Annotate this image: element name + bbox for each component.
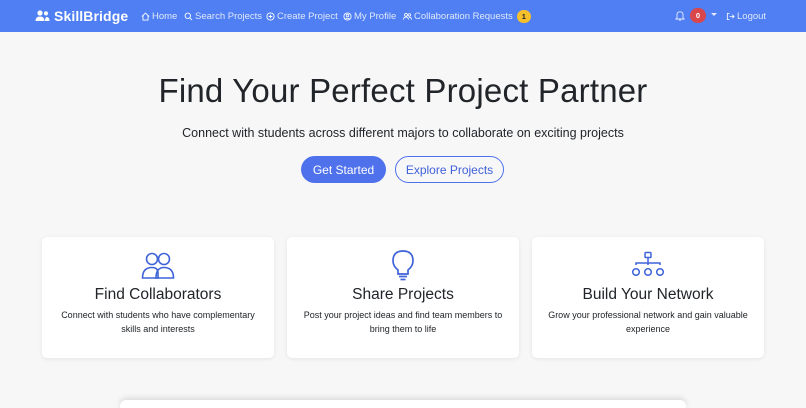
top-navbar: SkillBridge Home Search Projects Create …: [0, 0, 806, 32]
feature-card-find-collaborators: Find Collaborators Connect with students…: [42, 237, 274, 358]
nav-logout[interactable]: Logout: [726, 0, 766, 32]
bell-icon[interactable]: [675, 10, 685, 21]
people-icon: [35, 10, 50, 21]
nav-search-projects-label: Search Projects: [195, 10, 263, 22]
feature-card-share-projects: Share Projects Post your project ideas a…: [287, 237, 519, 358]
hero-title: Find Your Perfect Project Partner: [158, 72, 648, 109]
hero-subtitle: Connect with students across different m…: [182, 126, 624, 140]
feature-description: Grow your professional network and gain …: [548, 310, 748, 334]
next-section-card: [120, 400, 686, 408]
nav-home-label: Home: [152, 10, 178, 22]
logout-icon: [726, 12, 735, 20]
plus-circle-icon: [266, 11, 275, 21]
nav-collaboration-requests[interactable]: Collaboration Requests 1: [403, 0, 531, 32]
nav-create-project-label: Create Project: [277, 10, 338, 22]
explore-projects-button[interactable]: Explore Projects: [395, 156, 504, 183]
feature-description: Post your project ideas and find team me…: [303, 310, 503, 334]
requests-count-badge: 1: [516, 9, 531, 23]
nav-logout-label: Logout: [737, 10, 767, 22]
search-icon: [184, 12, 193, 20]
nav-create-project[interactable]: Create Project: [266, 0, 338, 32]
lightbulb-icon: [392, 250, 414, 281]
nav-home[interactable]: Home: [141, 0, 177, 32]
feature-title: Share Projects: [352, 286, 454, 303]
people-icon: [403, 12, 412, 20]
network-icon: [631, 251, 665, 277]
brand-link[interactable]: SkillBridge: [35, 0, 128, 32]
feature-card-build-network: Build Your Network Grow your professiona…: [532, 237, 764, 358]
feature-description: Connect with students who have complemen…: [61, 310, 255, 334]
get-started-button[interactable]: Get Started: [301, 156, 386, 183]
user-circle-icon: [343, 11, 352, 21]
home-icon: [141, 11, 150, 21]
feature-title: Find Collaborators: [94, 286, 222, 303]
nav-my-profile-label: My Profile: [354, 10, 397, 22]
chevron-down-icon[interactable]: [711, 13, 717, 16]
feature-title: Build Your Network: [582, 286, 714, 303]
nav-search-projects[interactable]: Search Projects: [184, 0, 262, 32]
nav-my-profile[interactable]: My Profile: [343, 0, 396, 32]
nav-collaboration-requests-label: Collaboration Requests: [414, 10, 513, 22]
notification-count-badge[interactable]: 0: [690, 8, 706, 23]
brand-name: SkillBridge: [54, 8, 129, 24]
people-icon: [141, 252, 175, 279]
